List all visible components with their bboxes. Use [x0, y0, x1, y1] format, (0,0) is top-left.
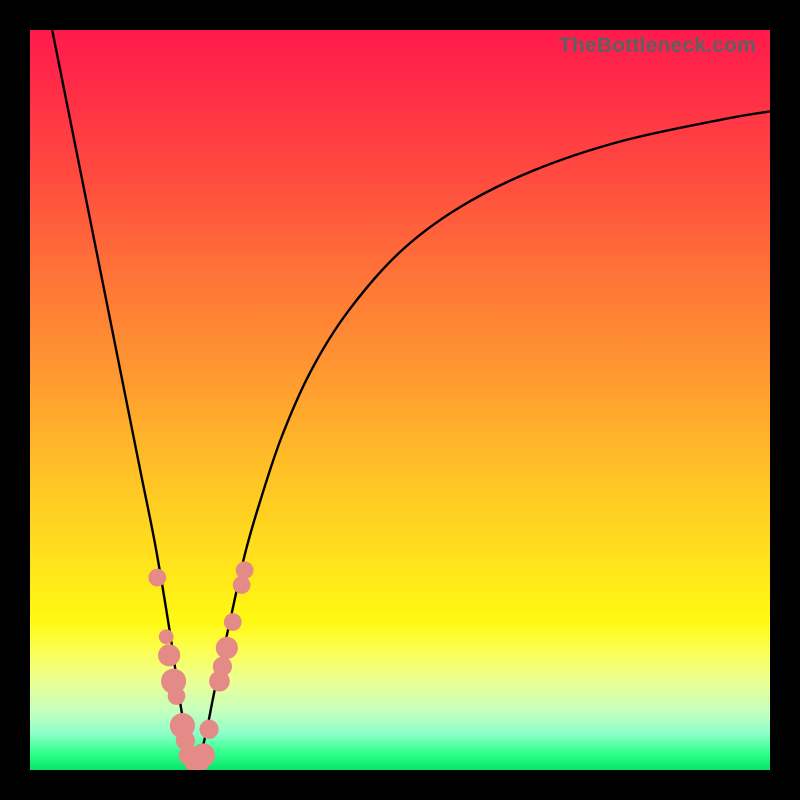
bead [148, 569, 166, 587]
bead [224, 613, 242, 631]
bead [191, 743, 215, 767]
chart-frame: TheBottleneck.com [0, 0, 800, 800]
bottleneck-curve [30, 30, 770, 770]
bead [168, 687, 186, 705]
bead [216, 637, 238, 659]
bead [233, 576, 251, 594]
bead [236, 561, 254, 579]
bead [159, 629, 174, 644]
bead [158, 644, 180, 666]
bead [213, 657, 232, 676]
plot-area: TheBottleneck.com [30, 30, 770, 770]
bead [199, 720, 218, 739]
